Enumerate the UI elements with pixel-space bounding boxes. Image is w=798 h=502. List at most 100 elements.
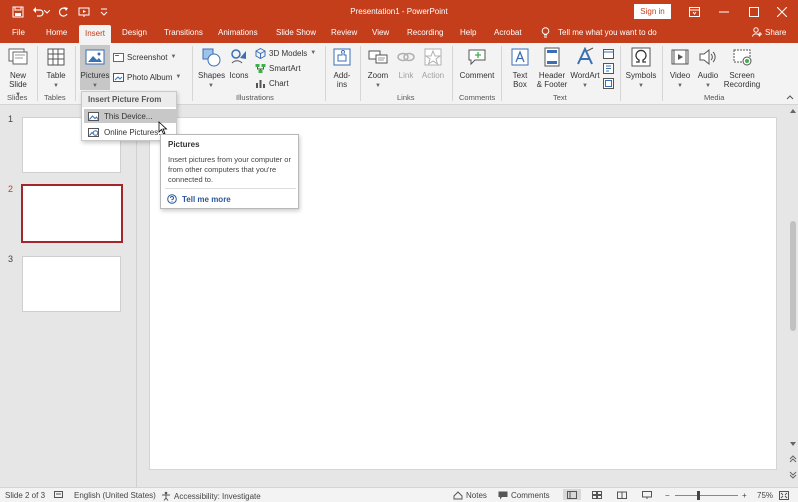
object-button[interactable] <box>603 76 614 90</box>
notes-button[interactable]: Notes <box>453 491 487 500</box>
table-button[interactable]: Table ▼ <box>42 47 70 91</box>
symbols-button[interactable]: Symbols ▼ <box>624 47 658 91</box>
tab-design[interactable]: Design <box>122 27 147 41</box>
zoom-slider-track[interactable] <box>675 495 738 496</box>
online-picture-icon <box>88 127 99 137</box>
group-divider <box>37 46 38 101</box>
tell-me-more-label: Tell me more <box>182 194 231 204</box>
wordart-button[interactable]: WordArt ▼ <box>570 46 600 91</box>
date-time-icon <box>603 48 614 59</box>
chart-icon <box>256 79 265 88</box>
action-button[interactable]: Action <box>420 47 446 80</box>
share-person-icon <box>752 27 762 37</box>
screen-recording-label-1: Screen <box>729 71 755 80</box>
tell-me-more-link[interactable]: Tell me more <box>167 194 231 204</box>
vertical-scrollbar[interactable] <box>788 106 798 487</box>
text-box-label-1: Text <box>512 71 528 80</box>
pictures-button[interactable]: Pictures ▼ <box>80 47 110 91</box>
slide-number: 3 <box>8 254 14 264</box>
slide-number: 2 <box>8 184 14 194</box>
chevron-down-icon: ▼ <box>175 74 182 80</box>
sign-in-button[interactable]: Sign in <box>634 4 671 19</box>
slide-number-button[interactable] <box>603 61 614 75</box>
tab-file[interactable]: File <box>12 27 25 41</box>
tab-slide-show[interactable]: Slide Show <box>276 27 316 41</box>
text-box-icon <box>511 48 529 66</box>
status-bar: Slide 2 of 3 English (United States) Acc… <box>0 487 798 502</box>
new-slide-label-2: Slide <box>9 80 27 89</box>
new-slide-icon <box>8 48 28 65</box>
collapse-ribbon-icon[interactable] <box>786 90 794 104</box>
tab-help[interactable]: Help <box>460 27 476 41</box>
zoom-out-button[interactable]: − <box>665 491 670 500</box>
close-icon[interactable] <box>772 3 792 21</box>
maximize-icon[interactable] <box>744 3 764 21</box>
chart-button[interactable]: Chart <box>255 76 289 90</box>
minimize-icon[interactable] <box>714 3 734 21</box>
reading-view-button[interactable] <box>617 491 627 499</box>
add-ins-button[interactable]: Add- ins <box>329 47 355 89</box>
comments-button[interactable]: Comments <box>498 491 550 500</box>
slide-show-button[interactable] <box>642 491 652 499</box>
photo-album-button[interactable]: Photo Album ▼ <box>113 70 181 84</box>
tooltip-title: Pictures <box>168 140 200 149</box>
tab-transitions[interactable]: Transitions <box>164 27 203 41</box>
video-label: Video <box>669 71 691 80</box>
group-divider <box>75 46 76 101</box>
tab-home[interactable]: Home <box>46 27 67 41</box>
group-divider <box>501 46 502 101</box>
3d-models-button[interactable]: 3D Models ▼ <box>255 46 316 60</box>
tab-animations[interactable]: Animations <box>218 27 258 41</box>
tab-review[interactable]: Review <box>331 27 357 41</box>
accessibility-status[interactable]: Accessibility: Investigate <box>161 491 261 501</box>
slide-thumbnail[interactable] <box>22 256 121 312</box>
header-footer-button[interactable]: Header & Footer <box>535 47 569 89</box>
normal-view-button[interactable] <box>563 489 581 500</box>
comment-button[interactable]: Comment <box>458 47 496 80</box>
language-indicator[interactable]: English (United States) <box>74 491 156 500</box>
group-slides-label: Slides <box>7 93 28 102</box>
chevron-down-icon: ▼ <box>170 54 177 60</box>
shapes-button[interactable]: Shapes ▼ <box>198 47 225 91</box>
smartart-label: SmartArt <box>269 63 301 73</box>
screen-recording-button[interactable]: Screen Recording <box>722 47 762 89</box>
zoom-label: Zoom <box>367 71 389 80</box>
smartart-button[interactable]: SmartArt <box>255 61 301 75</box>
zoom-in-button[interactable]: + <box>742 491 747 500</box>
audio-label: Audio <box>697 71 719 80</box>
icons-button[interactable]: Icons <box>227 47 251 80</box>
zoom-level[interactable]: 75% <box>757 491 773 500</box>
tab-acrobat[interactable]: Acrobat <box>494 27 522 41</box>
zoom-slider-handle[interactable] <box>697 491 700 500</box>
scroll-down-icon[interactable] <box>790 442 796 447</box>
tab-recording[interactable]: Recording <box>407 27 443 41</box>
tab-insert[interactable]: Insert <box>79 25 112 43</box>
video-button[interactable]: Video ▼ <box>667 47 693 91</box>
tab-view[interactable]: View <box>372 27 389 41</box>
link-button[interactable]: Link <box>394 47 418 80</box>
previous-slide-icon[interactable] <box>789 455 797 463</box>
text-box-label-2: Box <box>513 80 527 89</box>
chevron-down-icon: ▼ <box>375 83 381 89</box>
date-time-button[interactable] <box>603 46 614 60</box>
fit-slide-icon[interactable] <box>779 491 789 500</box>
audio-icon <box>699 48 716 66</box>
text-box-button[interactable]: Text Box <box>507 47 533 89</box>
icons-icon <box>231 49 246 64</box>
scrollbar-thumb[interactable] <box>790 221 796 331</box>
next-slide-icon[interactable] <box>789 471 797 479</box>
scroll-up-icon[interactable] <box>790 108 796 113</box>
audio-button[interactable]: Audio ▼ <box>695 47 721 91</box>
spelling-check-icon[interactable] <box>54 491 64 500</box>
slide-show-icon <box>642 491 652 499</box>
ribbon-display-icon[interactable] <box>684 3 704 21</box>
tell-me-search[interactable]: Tell me what you want to do <box>541 27 657 38</box>
group-illustrations-label: Illustrations <box>236 93 274 102</box>
slide-sorter-button[interactable] <box>592 491 602 499</box>
screenshot-label: Screenshot <box>127 52 168 62</box>
screenshot-button[interactable]: Screenshot ▼ <box>113 50 176 64</box>
share-button[interactable]: Share <box>752 27 786 37</box>
slide-thumbnail-selected[interactable] <box>21 184 123 243</box>
zoom-button[interactable]: Zoom ▼ <box>365 47 391 91</box>
table-label: Table <box>46 71 66 80</box>
